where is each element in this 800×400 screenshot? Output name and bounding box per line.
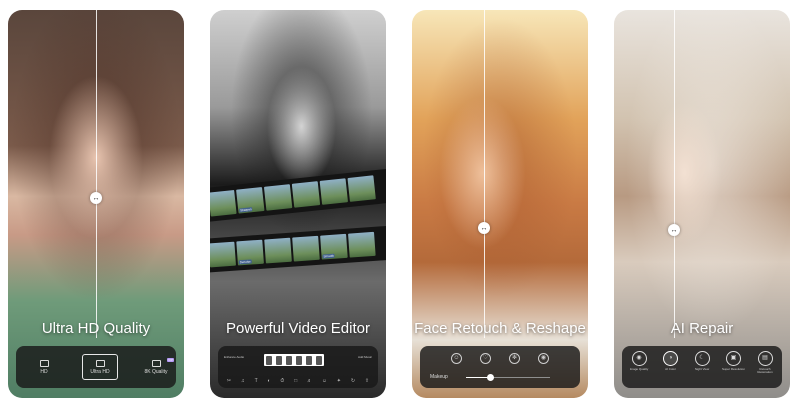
repair-tool[interactable]: ▣ Super Resolution (721, 351, 747, 375)
effect-icon[interactable]: ✦ (337, 379, 341, 384)
rotate-icon[interactable]: ↻ (351, 379, 355, 384)
face-icon[interactable]: ☺ (451, 353, 462, 364)
retouch-icon[interactable]: ◉ (538, 353, 549, 364)
compare-divider[interactable] (674, 10, 675, 338)
quality-option-hd[interactable]: HD (26, 354, 62, 380)
bell-icon[interactable]: ♡ (480, 353, 491, 364)
card-caption: AI Repair (670, 320, 734, 337)
card-caption: Face Retouch & Reshape (414, 320, 586, 337)
thumbnail-label: Denoise (238, 259, 252, 265)
repair-tool-label: Image Quality (629, 367, 649, 371)
timeline-strip[interactable] (264, 354, 324, 366)
quality-option-8k[interactable]: 8K Quality VIP (136, 354, 176, 380)
video-thumbnail[interactable] (210, 189, 237, 217)
ai-color-icon: ◑ (663, 351, 678, 366)
portrait-photo (614, 10, 790, 398)
restoration-icon: ▤ (757, 351, 773, 366)
timeline-frame (286, 355, 292, 365)
timeline-frame (276, 355, 282, 365)
thumbnail-label: Sharpen (239, 207, 253, 213)
repair-tool[interactable]: ☾ Night View (689, 351, 715, 375)
video-thumbnail[interactable]: Smooth (320, 233, 348, 260)
video-thumbnail[interactable] (291, 181, 321, 208)
music-icon[interactable]: ♫ (241, 379, 245, 384)
timeline-frame (316, 355, 322, 365)
quality-option-label: Ultra HD (90, 368, 110, 375)
card-caption: Powerful Video Editor (226, 320, 370, 337)
compare-handle-icon[interactable]: ↔ (90, 192, 102, 204)
timeline-right-label: Add Music (357, 355, 372, 359)
timeline-left-label: Enhance Audio (224, 355, 245, 359)
retouch-panel: ☺ ♡ ✻ ◉ Makeup (420, 346, 580, 388)
compare-divider[interactable] (96, 10, 97, 338)
vip-badge: VIP (167, 358, 174, 362)
image-quality-icon: ◉ (631, 351, 647, 366)
ultra-hd-icon (95, 359, 105, 367)
slider-thumb[interactable] (486, 374, 494, 381)
repair-tool[interactable]: ◑ AI Color (658, 351, 684, 375)
video-thumbnail[interactable]: Sharpen (236, 187, 265, 214)
video-thumbnail[interactable] (292, 235, 320, 262)
quality-panel: HD Ultra HD 8K Quality VIP (16, 346, 176, 388)
hd-icon (39, 359, 49, 367)
compare-handle-icon[interactable]: ↔ (668, 224, 680, 236)
promo-card-ai-repair: ↔ AI Repair ◉ Image Quality ◑ AI Color ☾… (614, 10, 790, 398)
card-caption: Ultra HD Quality (41, 320, 151, 337)
quality-option-label: 8K Quality (144, 368, 168, 375)
compare-handle-icon[interactable]: ↔ (478, 222, 490, 234)
repair-tool-label: Super Resolution (721, 367, 745, 371)
promo-card-video-editor: Sharpen Denoise Smooth Powerful Video Ed… (210, 10, 386, 398)
video-thumbnail[interactable] (210, 241, 236, 268)
repair-tool-label: AI Color (665, 367, 676, 371)
filter-icon[interactable]: ◐ (267, 379, 270, 384)
quality-option-ultra-hd[interactable]: Ultra HD (82, 354, 118, 380)
repair-tool-label: Retouch Restoration (757, 367, 773, 375)
video-thumbnail[interactable] (264, 237, 292, 264)
makeup-slider[interactable] (466, 374, 550, 381)
video-thumbnail[interactable] (347, 175, 376, 202)
super-resolution-icon: ▣ (726, 351, 741, 366)
repair-tool[interactable]: ◉ Image Quality (626, 351, 652, 375)
slider-label: Makeup (430, 374, 448, 380)
sticker-icon[interactable]: ☺ (322, 379, 327, 384)
repair-tool[interactable]: ▤ Retouch Restoration (752, 351, 778, 375)
repair-tool-label: Night View (694, 367, 710, 371)
promo-card-face-retouch: ↔ Face Retouch & Reshape ☺ ♡ ✻ ◉ Makeup (412, 10, 588, 398)
volume-icon[interactable]: ♬ (307, 379, 312, 384)
video-thumbnail[interactable] (348, 231, 376, 258)
export-icon[interactable]: ⇧ (365, 379, 369, 384)
slider-fill (466, 377, 490, 378)
crop-icon[interactable]: □ (294, 379, 297, 384)
quality-option-label: HD (40, 368, 48, 375)
night-view-icon: ☾ (694, 351, 710, 366)
text-icon[interactable]: T (255, 379, 258, 384)
makeup-icon[interactable]: ✻ (509, 353, 520, 364)
thumbnail-label: Smooth (322, 253, 336, 259)
scissors-icon[interactable]: ✂ (227, 379, 231, 384)
timeline-frame (266, 355, 272, 365)
repair-toolbar: ◉ Image Quality ◑ AI Color ☾ Night View … (626, 351, 778, 375)
compare-divider[interactable] (484, 10, 485, 338)
retouch-toolbar: ☺ ♡ ✻ ◉ (420, 353, 580, 364)
repair-panel: ◉ Image Quality ◑ AI Color ☾ Night View … (622, 346, 782, 388)
video-thumbnail[interactable]: Denoise (236, 239, 264, 266)
timeline-panel: Enhance Audio Add Music ✂ ♫ T ◐ ⏱ □ ♬ ☺ … (218, 346, 378, 388)
video-thumbnail[interactable] (263, 184, 293, 211)
timeline-frame (296, 355, 302, 365)
8k-icon (151, 359, 161, 367)
video-thumbnail[interactable] (319, 178, 349, 205)
timeline-frame (306, 355, 312, 365)
portrait-photo (412, 10, 588, 398)
promo-card-ultra-hd: ↔ Ultra HD Quality HD Ultra HD 8K Qualit… (8, 10, 184, 398)
speed-icon[interactable]: ⏱ (280, 379, 284, 384)
editor-toolbar: ✂ ♫ T ◐ ⏱ □ ♬ ☺ ✦ ↻ ⇧ (218, 379, 378, 384)
